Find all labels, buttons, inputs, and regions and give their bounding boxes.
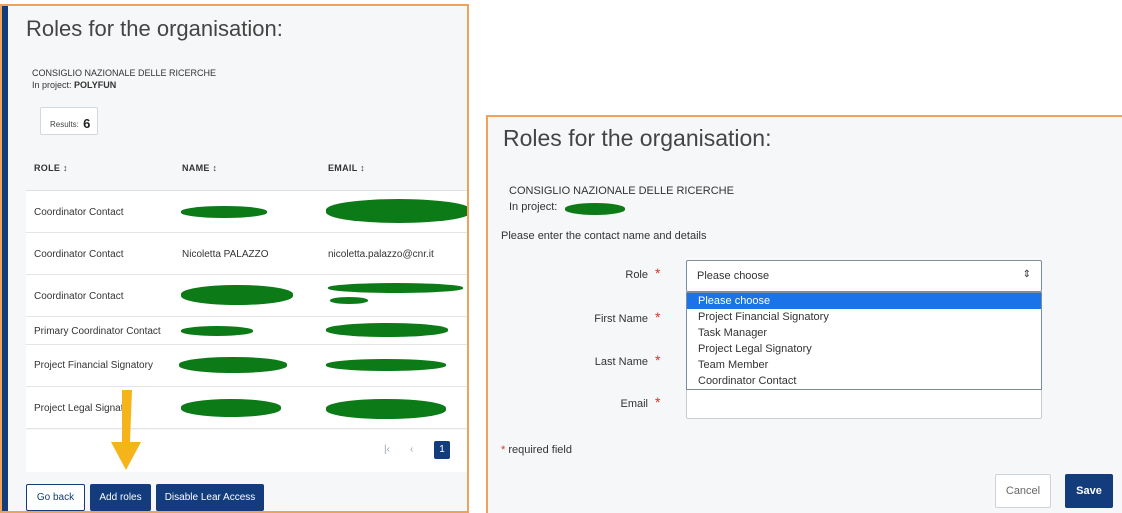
required-field-text: required field bbox=[508, 444, 572, 456]
email-label: Email bbox=[620, 398, 648, 410]
redacted-email bbox=[326, 199, 467, 223]
form-instructions: Please enter the contact name and detail… bbox=[501, 230, 707, 242]
redacted-project-name bbox=[565, 203, 625, 215]
redacted-email bbox=[326, 323, 448, 337]
pagination: |‹ ‹ 1 bbox=[26, 430, 467, 472]
project-prefix: In project: bbox=[32, 80, 75, 90]
results-label: Results: bbox=[50, 120, 79, 129]
previous-page-icon[interactable]: ‹ bbox=[410, 444, 413, 455]
row-role: Coordinator Contact bbox=[34, 207, 124, 218]
required-asterisk: * bbox=[655, 394, 661, 410]
required-field-note: * required field bbox=[501, 444, 572, 456]
role-option[interactable]: Project Financial Signatory bbox=[687, 309, 1041, 325]
column-header-role[interactable]: ROLE ↕ bbox=[34, 163, 68, 173]
save-button[interactable]: Save bbox=[1065, 474, 1113, 508]
table-row[interactable]: Coordinator Contact bbox=[26, 191, 467, 233]
required-asterisk: * bbox=[655, 265, 661, 281]
add-role-form-panel: Roles for the organisation: CONSIGLIO NA… bbox=[486, 115, 1122, 513]
cancel-button[interactable]: Cancel bbox=[995, 474, 1051, 508]
role-label: Role bbox=[625, 269, 648, 281]
go-back-button[interactable]: Go back bbox=[26, 484, 85, 511]
required-asterisk: * bbox=[655, 309, 661, 325]
row-role: Coordinator Contact bbox=[34, 291, 124, 302]
role-select[interactable]: Please choose ⇕ bbox=[686, 260, 1042, 292]
project-prefix: In project: bbox=[509, 201, 558, 213]
redacted-name bbox=[181, 285, 293, 305]
left-roles-panel: Roles for the organisation: CONSIGLIO NA… bbox=[0, 4, 469, 513]
organisation-name: CONSIGLIO NAZIONALE DELLE RICERCHE bbox=[509, 185, 734, 197]
redacted-name bbox=[181, 206, 267, 218]
email-field[interactable] bbox=[686, 389, 1042, 419]
redacted-email bbox=[326, 359, 446, 371]
row-email: nicoletta.palazzo@cnr.it bbox=[328, 249, 434, 260]
organisation-name: CONSIGLIO NAZIONALE DELLE RICERCHE bbox=[32, 68, 217, 78]
redacted-email bbox=[328, 283, 463, 293]
first-page-icon[interactable]: |‹ bbox=[384, 444, 390, 455]
column-header-email[interactable]: EMAIL ↕ bbox=[328, 163, 365, 173]
required-asterisk: * bbox=[655, 352, 661, 368]
column-header-name[interactable]: NAME ↕ bbox=[182, 163, 217, 173]
disable-lear-access-button[interactable]: Disable Lear Access bbox=[156, 484, 264, 511]
accent-strip bbox=[2, 6, 8, 511]
table-row[interactable]: Coordinator Contact Nicoletta PALAZZO ni… bbox=[26, 233, 467, 275]
last-name-label: Last Name bbox=[594, 356, 648, 368]
project-info: In project: bbox=[509, 201, 557, 213]
role-option[interactable]: Project Legal Signatory bbox=[687, 341, 1041, 357]
role-select-value: Please choose bbox=[697, 270, 770, 282]
row-name: Nicoletta PALAZZO bbox=[182, 249, 269, 260]
table-row[interactable]: Project Financial Signatory bbox=[26, 345, 467, 387]
page-title: Roles for the organisation: bbox=[26, 16, 283, 41]
table-header: ROLE ↕ NAME ↕ EMAIL ↕ bbox=[26, 143, 467, 191]
row-role: Coordinator Contact bbox=[34, 249, 124, 260]
yellow-arrow-icon bbox=[111, 390, 141, 470]
redacted-name bbox=[181, 326, 253, 336]
row-role: Project Financial Signatory bbox=[34, 360, 153, 371]
required-asterisk: * bbox=[501, 444, 506, 456]
add-roles-button[interactable]: Add roles bbox=[90, 484, 151, 511]
first-name-label: First Name bbox=[594, 313, 648, 325]
results-count-box: Results: 6 bbox=[40, 107, 98, 135]
role-option[interactable]: Team Member bbox=[687, 357, 1041, 373]
table-row[interactable]: Primary Coordinator Contact bbox=[26, 317, 467, 345]
row-role: Primary Coordinator Contact bbox=[34, 326, 161, 337]
role-dropdown-list: Please choose Project Financial Signator… bbox=[686, 292, 1042, 390]
table-row[interactable]: Project Legal Signat bbox=[26, 387, 467, 429]
roles-table: ROLE ↕ NAME ↕ EMAIL ↕ Coordinator Contac… bbox=[26, 143, 467, 429]
project-name: POLYFUN bbox=[74, 80, 117, 90]
role-option[interactable]: Please choose bbox=[687, 293, 1041, 309]
current-page-button[interactable]: 1 bbox=[434, 441, 450, 459]
role-option[interactable]: Task Manager bbox=[687, 325, 1041, 341]
table-row[interactable]: Coordinator Contact bbox=[26, 275, 467, 317]
redacted-name bbox=[179, 357, 287, 373]
form-title: Roles for the organisation: bbox=[503, 125, 772, 151]
redacted-email bbox=[326, 399, 446, 419]
project-info: In project: POLYFUN bbox=[32, 80, 116, 90]
redacted-name bbox=[181, 399, 281, 417]
role-option[interactable]: Coordinator Contact bbox=[687, 373, 1041, 389]
redacted-email-part bbox=[330, 297, 368, 304]
results-count: 6 bbox=[83, 116, 91, 131]
sort-arrows-icon: ⇕ bbox=[1022, 269, 1031, 280]
